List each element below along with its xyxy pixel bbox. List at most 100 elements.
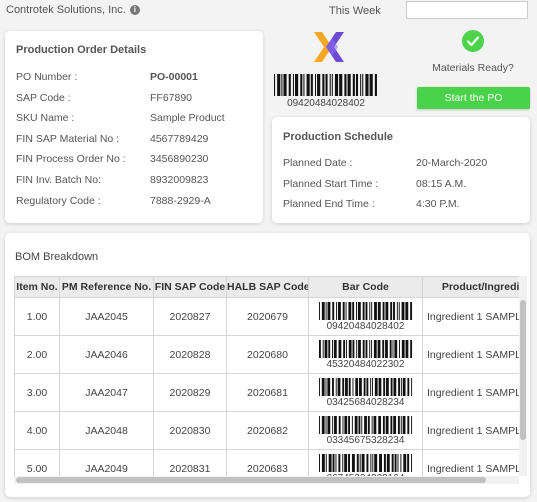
barcode-bar xyxy=(281,74,283,96)
detail-label: Planned Date : xyxy=(283,157,353,169)
detail-label: SKU Name : xyxy=(16,112,75,125)
barcode-bar xyxy=(337,377,340,396)
barcode-bar xyxy=(341,377,344,396)
barcode-bar xyxy=(352,377,353,396)
table-row[interactable]: 4.00 JAA2048 2020830 2020682 03345675328234 I… xyxy=(14,411,519,450)
company-name: Controtek Solutions, Inc. i xyxy=(6,4,140,16)
barcode-bar xyxy=(321,453,325,472)
detail-row: SAP Code : FF67890 xyxy=(16,92,256,106)
cell-halb-sap: 2020679 xyxy=(226,297,309,336)
column-header[interactable]: PM Reference No. xyxy=(59,276,154,298)
barcode-bar xyxy=(347,74,351,96)
cell-product: Ingredient 1 SAMPLE xyxy=(422,373,519,412)
detail-label: FIN SAP Material No : xyxy=(16,132,120,145)
column-header[interactable]: Product/Ingredient xyxy=(422,276,519,298)
barcode-bar xyxy=(399,453,401,472)
cell-product: Ingredient 1 SAMPLE xyxy=(422,297,519,336)
barcode-bar xyxy=(357,301,361,320)
barcode-bar xyxy=(341,453,343,472)
barcode-bar xyxy=(365,453,368,472)
barcode-bar xyxy=(277,74,281,96)
table-row[interactable]: 5.00JAA20492020831202068306745234328164I… xyxy=(14,449,519,476)
barcode-bar xyxy=(410,415,412,434)
barcode-bar xyxy=(325,377,326,396)
barcode-bar xyxy=(385,377,389,396)
barcode-bar xyxy=(318,301,320,320)
barcode-bar xyxy=(363,377,366,396)
barcode-bar xyxy=(356,453,359,472)
barcode-bar xyxy=(354,377,358,396)
barcode-bar xyxy=(370,339,372,358)
cell-fin-sap: 2020831 xyxy=(153,449,227,476)
barcode-bar xyxy=(365,339,367,358)
week-input[interactable] xyxy=(406,1,528,19)
horizontal-scroll-thumb[interactable] xyxy=(16,477,486,483)
barcode-bar xyxy=(373,453,377,472)
row-barcode xyxy=(318,415,412,434)
bom-title: BOM Breakdown xyxy=(15,251,99,263)
cell-product: Ingredient 1 SAMPLE xyxy=(422,449,519,476)
row-barcode xyxy=(318,301,412,320)
table-row[interactable]: 3.00 JAA2047 2020829 2020681 03425684028234 I… xyxy=(14,373,519,412)
barcode-bar xyxy=(331,301,334,320)
column-header[interactable]: Bar Code xyxy=(308,276,423,298)
barcode-bar xyxy=(343,453,347,472)
barcode-bar xyxy=(398,301,400,320)
bom-table-viewport: Item No. PM Reference No. FIN SAP Code HALB… xyxy=(14,276,519,476)
vertical-scrollbar[interactable] xyxy=(519,276,527,476)
barcode-bar xyxy=(295,74,299,96)
vertical-scroll-thumb[interactable] xyxy=(520,300,526,440)
barcode-bar xyxy=(332,453,335,472)
detail-label: SAP Code : xyxy=(16,91,71,104)
barcode-bar xyxy=(334,453,336,472)
table-row[interactable]: 1.00 JAA2045 2020827 2020679 09420484028402 I… xyxy=(14,297,519,336)
barcode-bar xyxy=(322,74,325,96)
barcode-bar xyxy=(327,301,330,320)
barcode-bar xyxy=(318,377,320,396)
barcode-bar xyxy=(383,453,386,472)
cell-barcode: 06745234328164 xyxy=(308,449,423,476)
cell-halb-sap: 2020680 xyxy=(226,335,309,374)
detail-value: 7888-2929-A xyxy=(150,194,211,207)
detail-value: 3456890230 xyxy=(150,153,209,166)
barcode-number: 45320484022302 xyxy=(326,358,405,370)
barcode-bar xyxy=(348,377,351,396)
barcode-bar xyxy=(352,74,355,96)
barcode-bar xyxy=(333,339,337,358)
barcode-bar xyxy=(382,301,385,320)
barcode-bar xyxy=(405,339,408,358)
detail-row: Planned End Time : 4:30 P.M. xyxy=(283,198,523,212)
barcode-bar xyxy=(374,377,378,396)
cell-barcode: 45320484022302 xyxy=(308,335,423,374)
barcode-bar xyxy=(351,415,353,434)
barcode-bar xyxy=(344,377,348,396)
barcode-bar xyxy=(343,415,347,434)
cell-barcode: 03345675328234 xyxy=(308,411,423,450)
barcode-bar xyxy=(406,415,409,434)
column-header[interactable]: FIN SAP Code xyxy=(153,276,227,298)
cell-pm-ref: JAA2046 xyxy=(59,335,154,374)
cell-fin-sap: 2020827 xyxy=(153,297,227,336)
column-header[interactable]: Item No. xyxy=(14,276,60,298)
materials-ready-label: Materials Ready? xyxy=(432,62,514,74)
horizontal-scrollbar[interactable] xyxy=(14,476,519,484)
detail-value: 08:15 A.M. xyxy=(416,177,467,190)
detail-row: FIN Inv. Batch No: 8932009823 xyxy=(16,174,256,188)
barcode-bar xyxy=(327,339,330,358)
start-po-button[interactable]: Start the PO xyxy=(417,87,530,109)
bom-table: Item No. PM Reference No. FIN SAP Code HALB… xyxy=(14,276,519,476)
cell-fin-sap: 2020830 xyxy=(153,411,227,450)
info-icon[interactable]: i xyxy=(129,5,140,15)
barcode-bar xyxy=(410,377,412,396)
schedule-card: Production Schedule Planned Date : 20-Mar… xyxy=(272,117,530,223)
detail-label: Planned Start Time : xyxy=(283,177,379,190)
barcode-bar xyxy=(378,377,381,396)
barcode-bar xyxy=(355,74,359,96)
barcode-bar xyxy=(396,453,398,472)
barcode-bar xyxy=(357,415,360,434)
barcode-bar xyxy=(409,301,412,320)
barcode-bar xyxy=(397,415,400,434)
table-row[interactable]: 2.00 JAA2046 2020828 2020680 45320484022302 I… xyxy=(14,335,519,374)
barcode-bar xyxy=(331,415,333,434)
column-header[interactable]: HALB SAP Code xyxy=(226,276,309,298)
